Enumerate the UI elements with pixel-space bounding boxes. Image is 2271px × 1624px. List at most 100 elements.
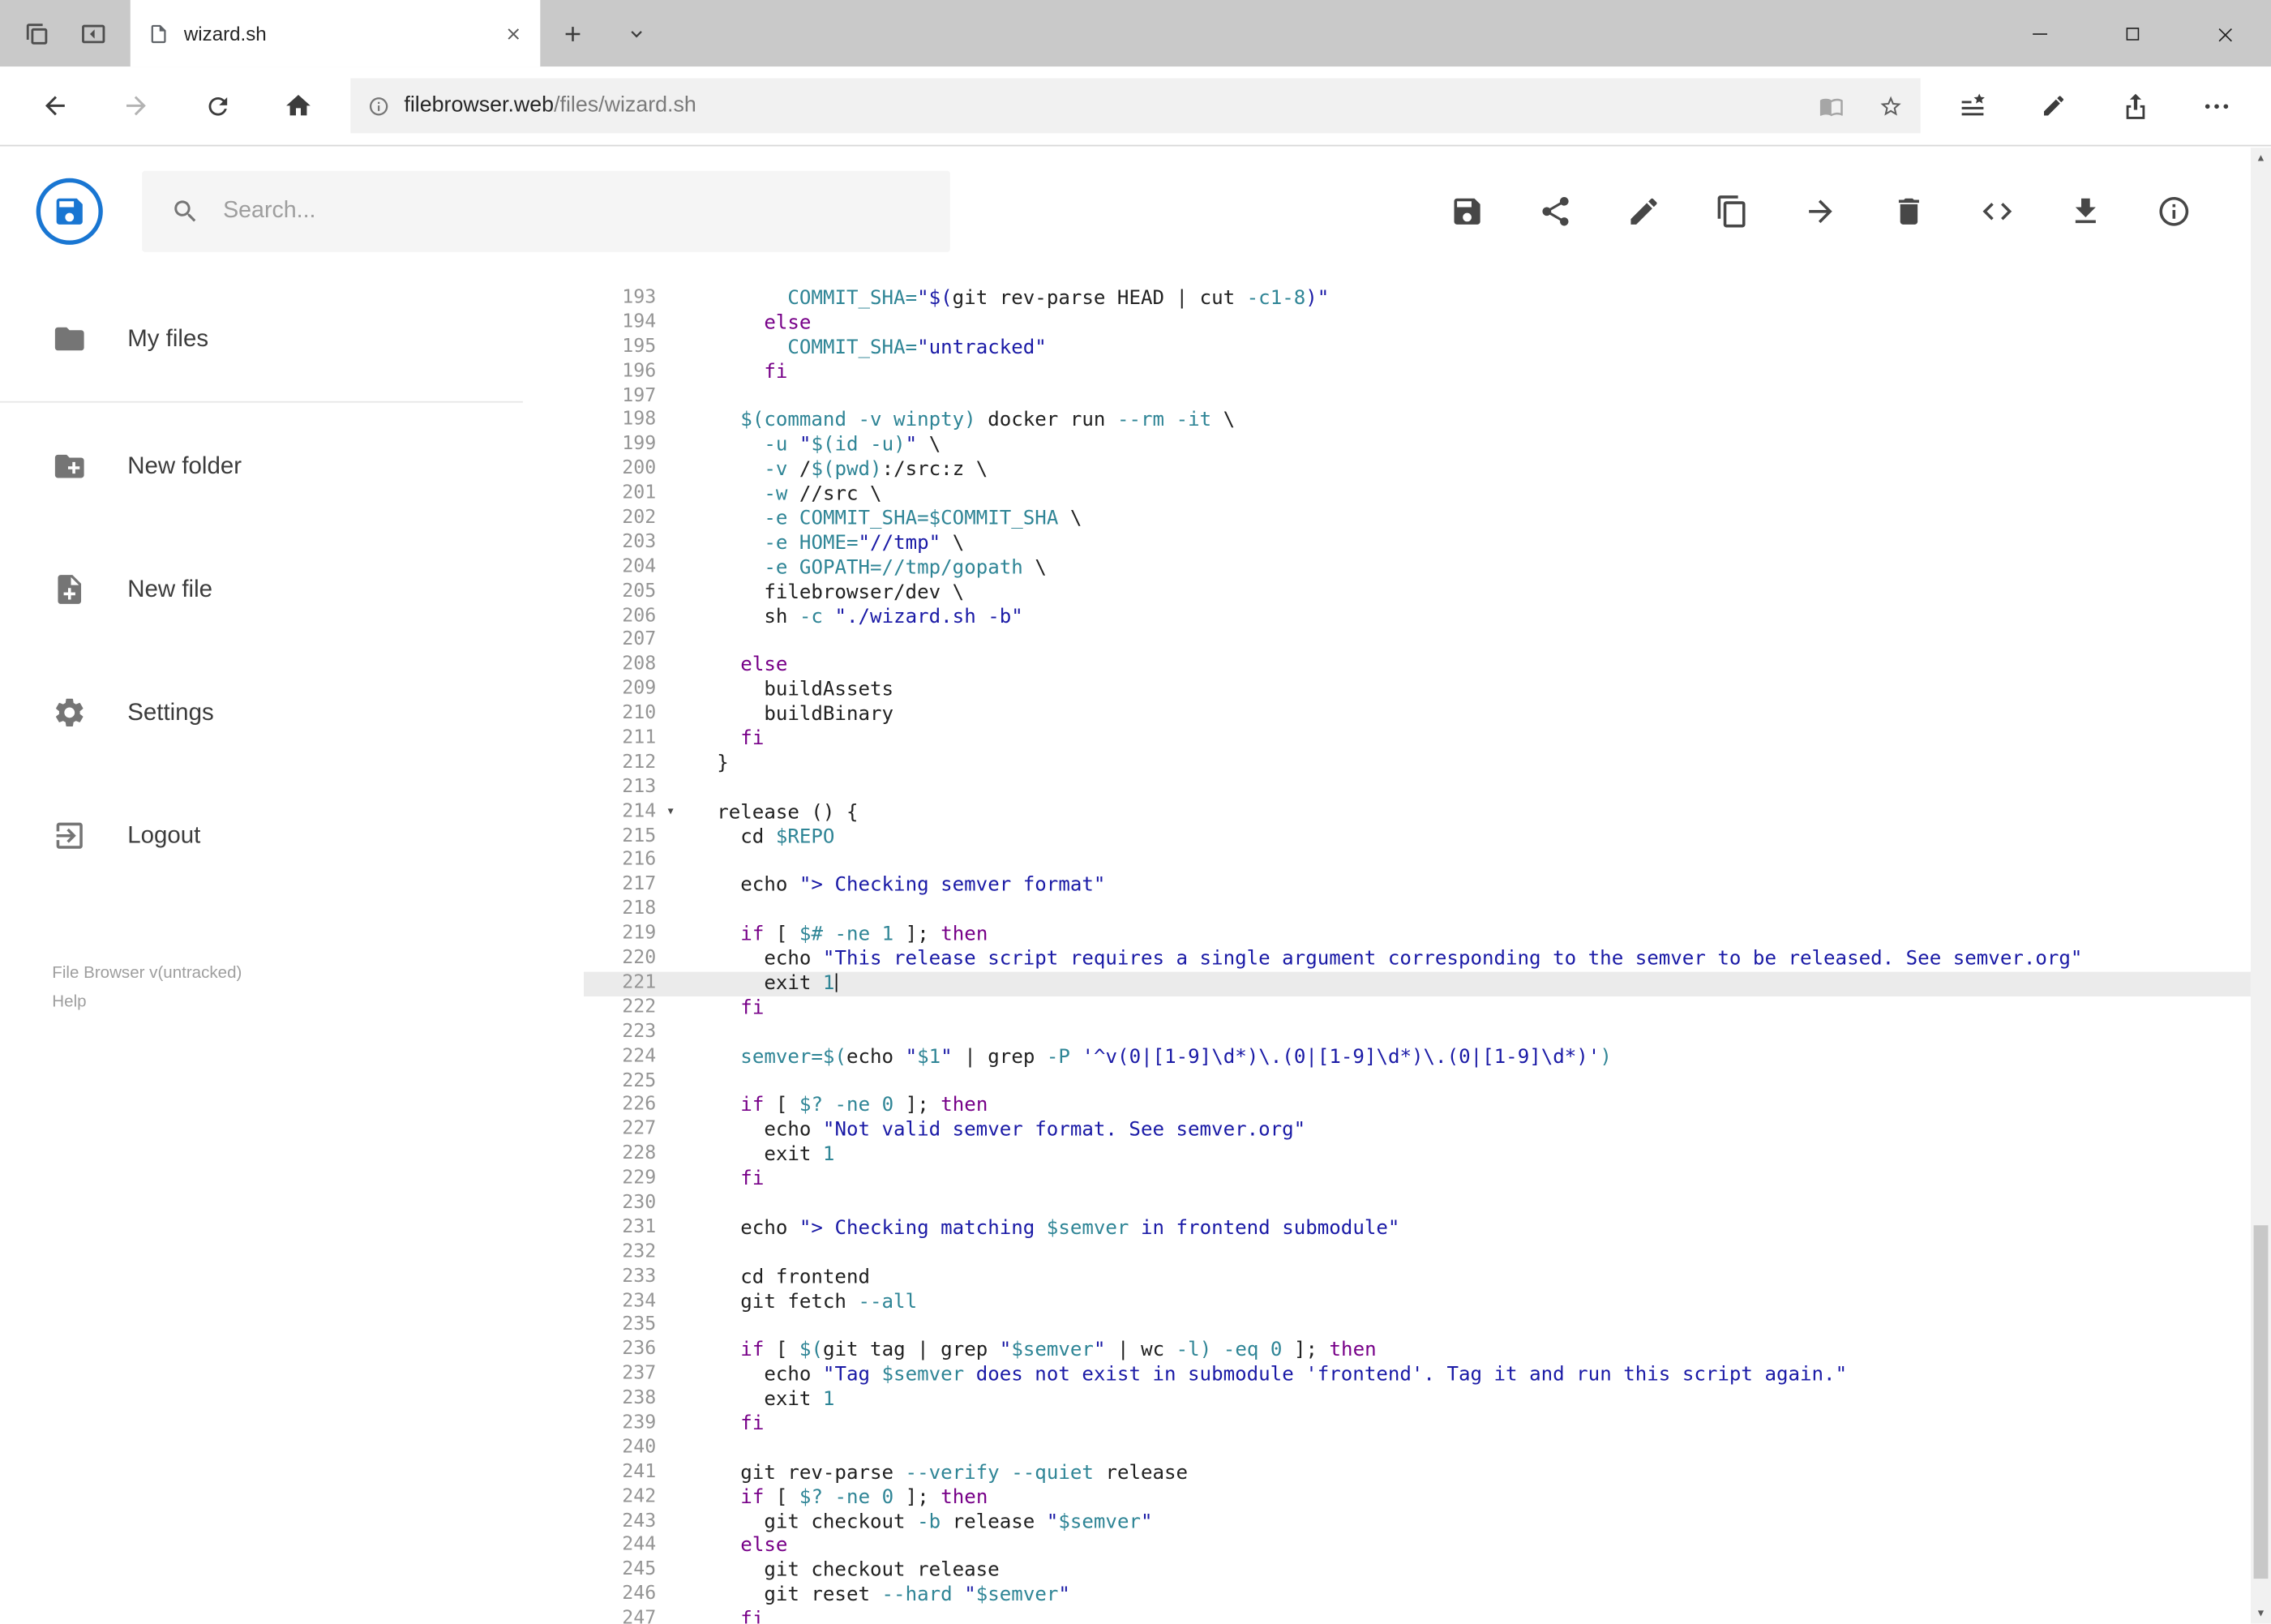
editor-line-241[interactable]: 241 git rev-parse --verify --quiet relea… xyxy=(584,1461,2251,1485)
editor-line-224[interactable]: 224 semver=$(echo "$1" | grep -P '^v(0|[… xyxy=(584,1045,2251,1069)
editor-line-229[interactable]: 229 fi xyxy=(584,1168,2251,1192)
new-tab-button[interactable] xyxy=(540,0,604,66)
editor-line-247[interactable]: 247 fi xyxy=(584,1608,2251,1623)
editor-line-218[interactable]: 218 xyxy=(584,898,2251,923)
editor-line-209[interactable]: 209 buildAssets xyxy=(584,678,2251,702)
editor-line-198[interactable]: 198 $(command -v winpty) docker run --rm… xyxy=(584,409,2251,434)
save-button[interactable] xyxy=(1450,194,1485,229)
refresh-button[interactable] xyxy=(177,75,258,136)
editor-line-202[interactable]: 202 -e COMMIT_SHA=$COMMIT_SHA \ xyxy=(584,507,2251,531)
editor-line-243[interactable]: 243 git checkout -b release "$semver" xyxy=(584,1510,2251,1534)
editor-line-214[interactable]: 214 ▾ release () { xyxy=(584,800,2251,825)
editor-line-216[interactable]: 216 xyxy=(584,850,2251,874)
editor-line-211[interactable]: 211 fi xyxy=(584,727,2251,752)
editor-line-194[interactable]: 194 else xyxy=(584,311,2251,336)
close-button[interactable] xyxy=(2179,0,2271,66)
share-button[interactable] xyxy=(1538,194,1573,229)
more-options-icon[interactable] xyxy=(2175,75,2256,136)
forward-button[interactable] xyxy=(96,75,177,136)
home-button[interactable] xyxy=(258,75,339,136)
favorite-star-icon[interactable] xyxy=(1879,93,1903,118)
editor-line-244[interactable]: 244 else xyxy=(584,1535,2251,1559)
help-link[interactable]: Help xyxy=(52,988,584,1017)
set-tabs-aside-icon[interactable] xyxy=(79,19,107,47)
code-editor[interactable]: 193 COMMIT_SHA="$(git rev-parse HEAD | c… xyxy=(583,275,2251,1624)
editor-line-203[interactable]: 203 -e HOME="//tmp" \ xyxy=(584,531,2251,555)
download-button[interactable] xyxy=(2068,194,2103,229)
editor-line-220[interactable]: 220 echo "This release script requires a… xyxy=(584,947,2251,971)
search-input[interactable] xyxy=(223,198,922,225)
editor-line-230[interactable]: 230 xyxy=(584,1192,2251,1216)
browser-tab[interactable]: wizard.sh xyxy=(130,0,541,67)
editor-line-204[interactable]: 204 -e GOPATH=//tmp/gopath \ xyxy=(584,556,2251,581)
hub-favorites-icon[interactable] xyxy=(1932,75,2013,136)
sidebar-item-logout[interactable]: Logout xyxy=(0,803,584,868)
scrollbar-thumb[interactable] xyxy=(2253,1225,2269,1579)
editor-line-205[interactable]: 205 filebrowser/dev \ xyxy=(584,581,2251,605)
maximize-button[interactable] xyxy=(2085,0,2178,66)
info-button[interactable] xyxy=(2157,194,2192,229)
page-scrollbar[interactable]: ▲ ▼ xyxy=(2250,148,2271,1624)
editor-line-208[interactable]: 208 else xyxy=(584,653,2251,678)
editor-line-199[interactable]: 199 -u "$(id -u)" \ xyxy=(584,434,2251,458)
editor-line-206[interactable]: 206 sh -c "./wizard.sh -b" xyxy=(584,605,2251,629)
address-bar[interactable]: filebrowser.web/files/wizard.sh xyxy=(350,78,1921,134)
editor-line-234[interactable]: 234 git fetch --all xyxy=(584,1290,2251,1314)
editor-line-227[interactable]: 227 echo "Not valid semver format. See s… xyxy=(584,1119,2251,1143)
edit-button[interactable] xyxy=(1626,194,1661,229)
editor-line-245[interactable]: 245 git checkout release xyxy=(584,1559,2251,1583)
editor-line-213[interactable]: 213 xyxy=(584,776,2251,800)
sidebar-item-settings[interactable]: Settings xyxy=(0,681,584,745)
sidebar-item-new-folder[interactable]: New folder xyxy=(0,435,584,499)
editor-line-217[interactable]: 217 echo "> Checking semver format" xyxy=(584,874,2251,898)
editor-line-195[interactable]: 195 COMMIT_SHA="untracked" xyxy=(584,336,2251,360)
editor-line-238[interactable]: 238 exit 1 xyxy=(584,1387,2251,1412)
sidebar-item-my-files[interactable]: My files xyxy=(0,307,584,371)
copy-button[interactable] xyxy=(1715,194,1750,229)
editor-line-235[interactable]: 235 xyxy=(584,1314,2251,1339)
editor-line-207[interactable]: 207 xyxy=(584,629,2251,653)
editor-line-226[interactable]: 226 if [ $? -ne 0 ]; then xyxy=(584,1094,2251,1118)
share-page-icon[interactable] xyxy=(2094,75,2175,136)
editor-line-221[interactable]: 221 exit 1 xyxy=(583,971,2251,996)
editor-line-196[interactable]: 196 fi xyxy=(584,360,2251,384)
editor-line-228[interactable]: 228 exit 1 xyxy=(584,1143,2251,1168)
editor-line-240[interactable]: 240 xyxy=(584,1437,2251,1461)
scroll-up-arrow-icon[interactable]: ▲ xyxy=(2251,148,2271,168)
editor-line-201[interactable]: 201 -w //src \ xyxy=(584,482,2251,507)
scroll-down-arrow-icon[interactable]: ▼ xyxy=(2251,1603,2271,1623)
back-button[interactable] xyxy=(15,75,96,136)
move-button[interactable] xyxy=(1803,194,1838,229)
editor-line-237[interactable]: 237 echo "Tag $semver does not exist in … xyxy=(584,1363,2251,1387)
editor-line-197[interactable]: 197 xyxy=(584,384,2251,409)
delete-button[interactable] xyxy=(1892,194,1926,229)
tab-close-icon[interactable] xyxy=(504,24,523,42)
editor-line-236[interactable]: 236 if [ $(git tag | grep "$semver" | wc… xyxy=(584,1339,2251,1363)
editor-line-222[interactable]: 222 fi xyxy=(584,996,2251,1021)
editor-line-212[interactable]: 212} xyxy=(584,752,2251,776)
minimize-button[interactable] xyxy=(1993,0,2085,66)
editor-line-219[interactable]: 219 if [ $# -ne 1 ]; then xyxy=(584,923,2251,947)
editor-line-193[interactable]: 193 COMMIT_SHA="$(git rev-parse HEAD | c… xyxy=(584,287,2251,311)
reading-view-icon[interactable] xyxy=(1819,93,1844,118)
editor-line-210[interactable]: 210 buildBinary xyxy=(584,703,2251,727)
editor-line-223[interactable]: 223 xyxy=(584,1021,2251,1045)
search-box[interactable] xyxy=(142,170,950,252)
editor-line-242[interactable]: 242 if [ $? -ne 0 ]; then xyxy=(584,1485,2251,1510)
editor-line-225[interactable]: 225 xyxy=(584,1069,2251,1094)
raw-code-button[interactable] xyxy=(1980,194,2015,229)
editor-line-239[interactable]: 239 fi xyxy=(584,1412,2251,1437)
editor-line-246[interactable]: 246 git reset --hard "$semver" xyxy=(584,1583,2251,1608)
sidebar-item-new-file[interactable]: New file xyxy=(0,558,584,622)
editor-line-200[interactable]: 200 -v /$(pwd):/src:z \ xyxy=(584,458,2251,482)
line-number: 194 xyxy=(622,311,657,333)
editor-line-233[interactable]: 233 cd frontend xyxy=(584,1266,2251,1290)
web-note-icon[interactable] xyxy=(2013,75,2094,136)
site-info-icon[interactable] xyxy=(368,95,390,117)
fold-arrow-icon[interactable]: ▾ xyxy=(666,805,675,820)
tab-preview-icon[interactable] xyxy=(24,19,51,47)
editor-line-232[interactable]: 232 xyxy=(584,1240,2251,1265)
tab-list-chevron-icon[interactable] xyxy=(604,0,668,66)
editor-line-215[interactable]: 215 cd $REPO xyxy=(584,825,2251,849)
editor-line-231[interactable]: 231 echo "> Checking matching $semver in… xyxy=(584,1216,2251,1240)
